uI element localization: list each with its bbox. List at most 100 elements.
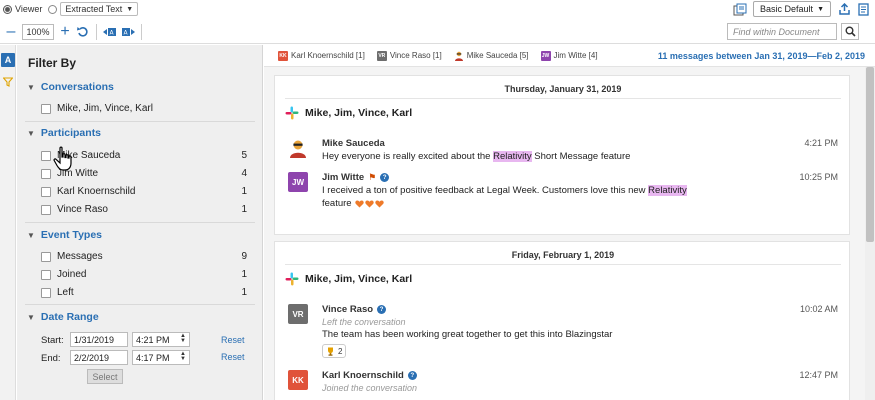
- day-heading: Thursday, January 31, 2019: [504, 84, 622, 94]
- event-type-filter-row[interactable]: Left 1: [41, 287, 247, 298]
- event-type-checkbox[interactable]: [41, 269, 51, 280]
- participant-checkbox[interactable]: [41, 168, 51, 179]
- author-name: Jim Witte: [322, 172, 365, 183]
- message-author: Karl Knoernschild ?: [322, 370, 417, 381]
- select-date-range-button[interactable]: Select: [87, 369, 123, 384]
- document-list-icon[interactable]: [857, 2, 871, 16]
- info-icon[interactable]: ?: [377, 305, 387, 314]
- info-icon[interactable]: ?: [380, 173, 390, 182]
- profile-value: Basic Default: [760, 4, 814, 14]
- participant-count: 4: [241, 168, 247, 179]
- profile-select[interactable]: Basic Default ▼: [753, 1, 831, 17]
- event-type-filter-row[interactable]: Messages 9: [41, 251, 247, 262]
- flag-icon: ⚑: [368, 172, 377, 182]
- conversation-scrollbar[interactable]: [865, 67, 875, 400]
- search-hit-highlight[interactable]: Relativity: [648, 185, 687, 196]
- date-range-section-toggle[interactable]: ▼ Date Range: [27, 311, 99, 323]
- next-highlight-icon[interactable]: A: [121, 25, 135, 39]
- find-search-button[interactable]: [841, 23, 859, 40]
- event-type-checkbox[interactable]: [41, 251, 51, 262]
- participant-chip-label: Karl Knoernschild [1]: [291, 51, 365, 60]
- extracted-text-tab-icon[interactable]: A: [1, 53, 15, 67]
- end-date-input[interactable]: 2/2/2019: [70, 350, 128, 365]
- event-types-section-toggle[interactable]: ▼ Event Types: [27, 229, 102, 241]
- event-type-filter-row[interactable]: Joined 1: [41, 269, 247, 280]
- event-type-count: 1: [241, 287, 247, 298]
- image-stack-icon[interactable]: [733, 2, 747, 16]
- message-text: Hey everyone is really excited about the…: [322, 151, 630, 162]
- participant-chip[interactable]: JW Jim Witte [4]: [540, 50, 598, 61]
- participant-count: 1: [241, 186, 247, 197]
- day-card: Friday, February 1, 2019 Mike, Jim, Vinc…: [274, 241, 850, 400]
- participants-heading: Participants: [40, 127, 102, 139]
- message-summary: 11 messages between Jan 31, 2019—Feb 2, …: [657, 51, 865, 61]
- conversation-group-name: Mike, Jim, Vince, Karl: [305, 107, 413, 119]
- participant-chip[interactable]: VR Vince Raso [1]: [376, 50, 442, 61]
- participant-count: 5: [241, 150, 247, 161]
- avatar: KK: [288, 370, 308, 390]
- zoom-in-button[interactable]: +: [58, 23, 72, 39]
- participant-checkbox[interactable]: [41, 150, 51, 161]
- chevron-down-icon: ▼: [126, 5, 134, 13]
- export-icon[interactable]: [837, 2, 851, 16]
- start-time-input[interactable]: 4:21 PM ▲ ▼: [132, 332, 190, 347]
- conversation-checkbox[interactable]: [41, 103, 51, 114]
- toolbar-divider: [141, 23, 142, 40]
- participant-chip-label: Mike Sauceda [5]: [466, 51, 529, 60]
- zoom-out-button[interactable]: –: [4, 23, 18, 39]
- start-reset-link[interactable]: Reset: [221, 335, 245, 345]
- filter-title: Filter By: [28, 56, 77, 70]
- event-type-checkbox[interactable]: [41, 287, 51, 298]
- message-item: KK Karl Knoernschild ? 12:47 PM Joined t…: [288, 370, 838, 400]
- participant-filter-row[interactable]: Vince Raso 1: [41, 204, 247, 215]
- time-spinner-icon[interactable]: ▲ ▼: [180, 333, 186, 344]
- message-time: 10:25 PM: [799, 172, 838, 182]
- zoom-level-field[interactable]: 100%: [22, 23, 54, 40]
- date-range-heading: Date Range: [40, 311, 99, 323]
- event-type-label: Messages: [57, 251, 103, 262]
- filter-tab-icon[interactable]: [1, 75, 15, 89]
- view-mode-select[interactable]: Extracted Text ▼: [60, 2, 139, 16]
- start-date-input[interactable]: 1/31/2019: [70, 332, 128, 347]
- participant-checkbox[interactable]: [41, 186, 51, 197]
- end-reset-link[interactable]: Reset: [221, 352, 245, 362]
- participant-chip-label: Vince Raso [1]: [389, 51, 442, 60]
- message-item: JW Jim Witte ⚑ ? 10:25 PM I received a t…: [288, 172, 838, 212]
- participants-section-toggle[interactable]: ▼ Participants: [27, 127, 101, 139]
- message-author: Jim Witte ⚑ ?: [322, 172, 390, 183]
- slack-icon: [285, 106, 299, 120]
- message-time: 10:02 AM: [799, 304, 838, 314]
- reaction-count: 2: [338, 346, 343, 356]
- view-mode-value: Extracted Text: [65, 4, 123, 14]
- reaction-badge[interactable]: 2: [322, 344, 347, 358]
- participant-filter-row[interactable]: Karl Knoernschild 1: [41, 186, 247, 197]
- end-time-input[interactable]: 4:17 PM ▲ ▼: [132, 350, 190, 365]
- extracted-text-radio[interactable]: [48, 4, 58, 14]
- conversation-filter-row[interactable]: Mike, Jim, Vince, Karl: [41, 103, 247, 114]
- heart-emoji-icon: [364, 199, 374, 208]
- scrollbar-thumb[interactable]: [866, 67, 874, 242]
- info-icon[interactable]: ?: [407, 371, 417, 380]
- search-hit-highlight[interactable]: Relativity: [493, 151, 532, 162]
- event-type-count: 1: [241, 269, 247, 280]
- participant-label: Karl Knoernschild: [57, 186, 136, 197]
- avatar-person-icon: [454, 51, 463, 61]
- avatar-person-icon: [290, 140, 306, 158]
- conversations-section-toggle[interactable]: ▼ Conversations: [27, 81, 114, 93]
- rotate-icon[interactable]: [76, 25, 90, 39]
- find-within-document-input[interactable]: Find within Document: [727, 23, 837, 40]
- time-spinner-icon[interactable]: ▲ ▼: [180, 351, 186, 362]
- participant-chip[interactable]: KK Karl Knoernschild [1]: [278, 50, 365, 61]
- message-text-line: feature: [322, 198, 385, 209]
- participant-chip[interactable]: Mike Sauceda [5]: [454, 51, 529, 61]
- participant-checkbox[interactable]: [41, 204, 51, 215]
- conversation-group-title: Mike, Jim, Vince, Karl: [285, 106, 412, 120]
- avatar: VR: [376, 50, 387, 61]
- previous-highlight-icon[interactable]: A: [103, 25, 117, 39]
- day-divider: [285, 98, 841, 99]
- author-name: Karl Knoernschild: [322, 370, 404, 381]
- message-author: Vince Raso ?: [322, 304, 387, 315]
- conversations-heading: Conversations: [40, 81, 114, 93]
- viewer-radio[interactable]: [3, 4, 12, 14]
- event-type-count: 9: [241, 251, 247, 262]
